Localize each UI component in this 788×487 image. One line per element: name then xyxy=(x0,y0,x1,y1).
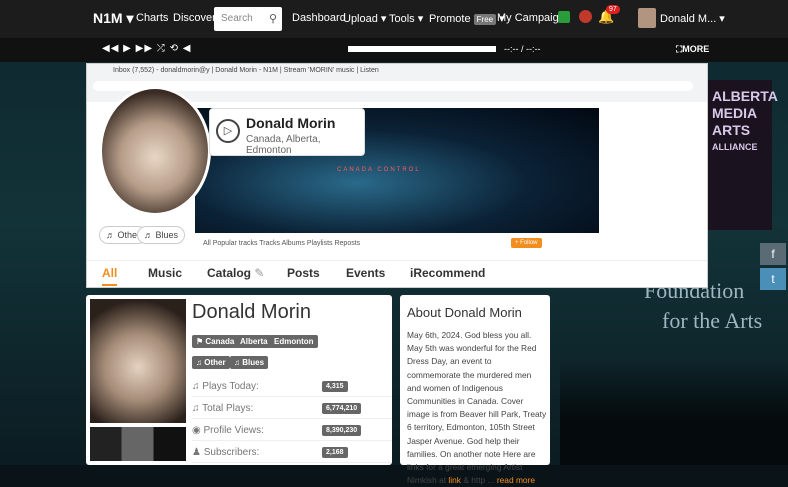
genre-tag-blues-2[interactable]: ♫ Blues xyxy=(230,356,269,369)
profile-banner: Inbox (7,552) - donaldmorin@y | Donald M… xyxy=(86,63,708,288)
logo[interactable]: N1M ▾ xyxy=(93,10,133,27)
stat-plays-today: ♫ Plays Today: 4,315 xyxy=(192,381,392,397)
user-avatar[interactable] xyxy=(638,8,656,28)
nav-charts[interactable]: Charts xyxy=(136,12,168,24)
nav-tools[interactable]: Tools ▾ xyxy=(389,12,423,25)
city-skyline xyxy=(560,360,788,465)
location-tag-city[interactable]: Edmonton xyxy=(270,335,318,348)
nav-upload[interactable]: Upload ▾ xyxy=(343,12,386,25)
photo-thumbnails[interactable] xyxy=(90,427,186,461)
track-subnav[interactable]: All Popular tracks Tracks Albums Playlis… xyxy=(203,240,360,247)
promo-banner: ALBERTA MEDIA ARTS ALLIANCE xyxy=(708,80,778,230)
nav-promote[interactable]: Promote Free ▾ xyxy=(429,12,505,25)
tab-catalog[interactable]: Catalog ✎ xyxy=(207,266,264,280)
search-icon[interactable]: ⚲ xyxy=(269,12,277,25)
tab-irecommend[interactable]: iRecommend xyxy=(410,266,485,280)
foundation-text-2: for the Arts xyxy=(662,308,763,333)
nav-discover[interactable]: Discover xyxy=(173,12,216,24)
tab-all[interactable]: All xyxy=(102,266,118,286)
tab-music[interactable]: Music xyxy=(148,266,182,280)
nav-dashboard[interactable]: Dashboard xyxy=(292,12,346,24)
about-card: About Donald Morin May 6th, 2024. God bl… xyxy=(400,295,550,485)
read-more-link[interactable]: read more xyxy=(497,475,535,485)
profile-avatar[interactable] xyxy=(99,86,211,216)
stat-subscribers: ♟ Subscribers: 2,168 xyxy=(192,447,392,463)
profile-card: Donald Morin ⚑ Canada Alberta Edmonton ♫… xyxy=(86,295,392,465)
stat-profile-views: ◉ Profile Views: 8,390,230 xyxy=(192,425,392,441)
artist-namecard: ▷ Donald Morin Canada, Alberta, Edmonton xyxy=(209,108,365,156)
artist-name: Donald Morin xyxy=(246,115,336,131)
profile-name: Donald Morin xyxy=(192,301,311,323)
money-icon[interactable] xyxy=(558,11,570,23)
play-icon[interactable]: ▷ xyxy=(216,119,240,143)
cover-text: CANADA CONTROL xyxy=(337,167,421,173)
search-input[interactable]: Search ⚲ xyxy=(214,7,282,31)
tab-events[interactable]: Events xyxy=(346,266,385,280)
follow-button[interactable]: + Follow xyxy=(511,238,542,248)
profile-tabs: All Music Catalog ✎ Posts Events iRecomm… xyxy=(87,260,707,288)
artist-location: Canada, Alberta, Edmonton xyxy=(246,134,321,156)
edit-icon[interactable]: ✎ xyxy=(254,266,264,280)
player-time: --:-- / --:-- xyxy=(504,44,541,54)
notification-count: 97 xyxy=(606,5,620,14)
location-tag-province[interactable]: Alberta xyxy=(236,335,272,348)
genre-tag-blues[interactable]: ♬ Blues xyxy=(137,226,186,244)
stop-icon[interactable] xyxy=(579,10,592,23)
about-title: About Donald Morin xyxy=(407,305,522,320)
about-text: May 6th, 2024. God bless you all. May 5t… xyxy=(407,330,547,486)
free-badge: Free xyxy=(473,14,497,25)
genre-tag-other-2[interactable]: ♫ Other xyxy=(192,356,230,369)
tab-posts[interactable]: Posts xyxy=(287,266,320,280)
playback-progress[interactable] xyxy=(348,46,496,52)
facebook-share-icon[interactable]: f xyxy=(760,243,786,265)
artist-link[interactable]: link xyxy=(448,475,461,485)
profile-photo[interactable] xyxy=(90,299,186,423)
player-controls[interactable]: ◀◀ ▶ ▶▶ ⤮ ⟲ ◀ xyxy=(102,43,191,54)
twitter-share-icon[interactable]: t xyxy=(760,268,786,290)
stat-total-plays: ♫ Total Plays: 6,774,210 xyxy=(192,403,392,419)
more-button[interactable]: ⛶MORE xyxy=(676,44,709,55)
location-tag-country[interactable]: ⚑ Canada xyxy=(192,335,239,348)
user-menu[interactable]: Donald M... ▾ xyxy=(660,12,725,25)
top-nav: N1M ▾ Charts Discover Search ⚲ Dashboard… xyxy=(0,0,788,38)
search-placeholder: Search xyxy=(221,13,253,24)
